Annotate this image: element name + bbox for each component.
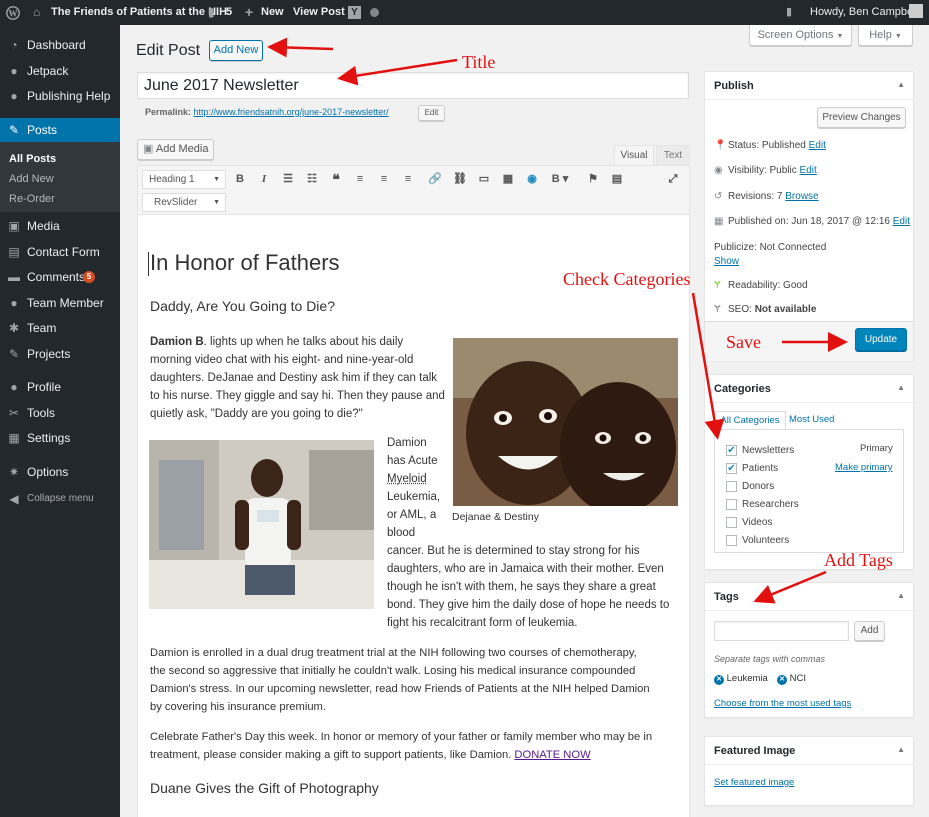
arrow-title bbox=[337, 58, 458, 86]
annotation-arrows bbox=[267, 37, 848, 604]
arrow-tags bbox=[753, 570, 827, 604]
arrow-add-new bbox=[267, 37, 334, 58]
arrow-categories bbox=[691, 292, 725, 440]
